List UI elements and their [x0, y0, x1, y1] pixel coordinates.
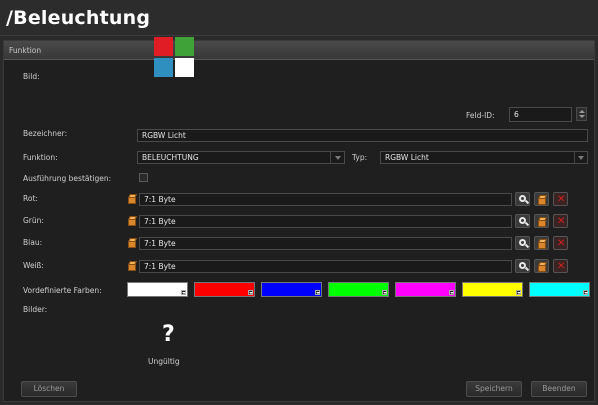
bild-tile-white [175, 58, 194, 77]
color-swatch-red[interactable] [194, 282, 255, 297]
weiss-label: Weiß: [23, 261, 44, 270]
color-swatch-magenta[interactable] [395, 282, 456, 297]
color-swatch-yellow[interactable] [462, 282, 523, 297]
search-icon[interactable] [515, 236, 530, 250]
feld-id-spinner[interactable] [576, 107, 587, 121]
bild-label: Bild: [23, 72, 40, 81]
delete-button[interactable]: Löschen [21, 381, 77, 397]
knx-object-icon [127, 216, 137, 226]
bestaetigen-label: Ausführung bestätigen: [23, 174, 112, 183]
bild-tile-red [154, 37, 173, 56]
funktion-label: Funktion: [23, 153, 58, 162]
funktion-select[interactable]: BELEUCHTUNG [137, 151, 345, 164]
gruen-label: Grün: [23, 216, 44, 225]
chevron-down-icon[interactable] [449, 290, 454, 295]
object-picker-icon[interactable] [534, 236, 549, 250]
rot-label: Rot: [23, 194, 38, 203]
search-icon[interactable] [515, 259, 530, 273]
color-swatch-white[interactable] [127, 282, 188, 297]
bild-tile-blue [154, 58, 173, 77]
spinner-down-icon[interactable] [579, 115, 585, 118]
clear-icon[interactable]: ✕ [553, 236, 568, 250]
knx-object-icon [127, 261, 137, 271]
object-picker-icon[interactable] [534, 192, 549, 206]
bilder-status: Ungültig [148, 357, 180, 366]
bild-image-icon[interactable] [154, 37, 196, 79]
bezeichner-label: Bezeichner: [23, 129, 68, 138]
bezeichner-input[interactable]: RGBW Licht [137, 129, 588, 142]
color-swatch-green[interactable] [328, 282, 389, 297]
color-swatch-cyan[interactable] [529, 282, 590, 297]
typ-label: Typ: [352, 153, 368, 162]
clear-icon[interactable]: ✕ [553, 214, 568, 228]
search-icon[interactable] [515, 192, 530, 206]
gruen-address-field[interactable]: 7:1 Byte [139, 215, 512, 228]
bestaetigen-checkbox[interactable] [139, 173, 148, 182]
bilder-label: Bilder: [23, 305, 48, 314]
blau-label: Blau: [23, 238, 43, 247]
chevron-down-icon[interactable] [516, 290, 521, 295]
object-picker-icon[interactable] [534, 214, 549, 228]
question-mark-icon[interactable]: ? [162, 322, 175, 347]
title-bar: /Beleuchtung [0, 0, 598, 36]
rot-address-field[interactable]: 7:1 Byte [139, 193, 512, 206]
section-header[interactable]: Funktion [4, 41, 594, 60]
clear-icon[interactable]: ✕ [553, 259, 568, 273]
object-picker-icon[interactable] [534, 259, 549, 273]
chevron-down-icon[interactable] [248, 290, 253, 295]
page-title: /Beleuchtung [6, 7, 151, 29]
chevron-down-icon[interactable] [181, 290, 186, 295]
typ-select[interactable]: RGBW Licht [380, 151, 588, 164]
search-icon[interactable] [515, 214, 530, 228]
save-button[interactable]: Speichern [466, 381, 522, 397]
funktion-select-separator [330, 152, 331, 163]
spinner-up-icon[interactable] [579, 110, 585, 113]
section-title: Funktion [9, 46, 42, 55]
knx-object-icon [127, 194, 137, 204]
chevron-down-icon[interactable] [332, 151, 344, 164]
clear-icon[interactable]: ✕ [553, 192, 568, 206]
chevron-down-icon[interactable] [583, 290, 588, 295]
weiss-address-field[interactable]: 7:1 Byte [139, 260, 512, 273]
color-swatch-blue[interactable] [261, 282, 322, 297]
close-button[interactable]: Beenden [531, 381, 587, 397]
feld-id-label: Feld-ID: [466, 111, 495, 120]
chevron-down-icon[interactable] [382, 290, 387, 295]
knx-object-icon [127, 238, 137, 248]
chevron-down-icon[interactable] [315, 290, 320, 295]
feld-id-input[interactable]: 6 [509, 107, 572, 122]
chevron-down-icon[interactable] [575, 151, 587, 164]
bild-tile-green [175, 37, 194, 56]
farben-label: Vordefinierte Farben: [23, 286, 102, 295]
blau-address-field[interactable]: 7:1 Byte [139, 237, 512, 250]
